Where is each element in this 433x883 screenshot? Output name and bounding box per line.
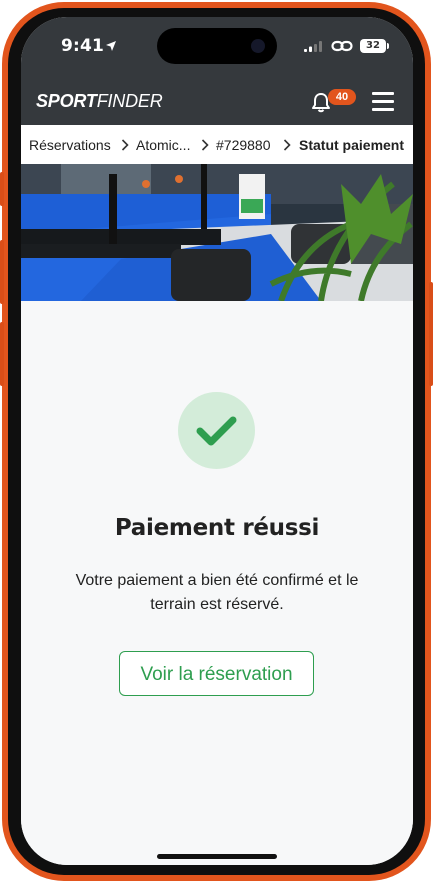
sportfinder-logo[interactable]: SPORTFINDER [36, 91, 163, 112]
breadcrumb-item-booking-id[interactable]: #729880 [216, 137, 271, 153]
logo-text-bold: SPORT [36, 91, 97, 111]
cellular-signal-icon [304, 41, 322, 52]
payment-status-panel: Paiement réussi Votre paiement a bien ét… [21, 301, 413, 865]
home-indicator[interactable] [157, 854, 277, 859]
side-button-silent [0, 172, 4, 206]
side-button-volume-down [0, 322, 4, 386]
breadcrumb-item-current: Statut paiement [299, 137, 405, 153]
status-bar: 9:41 32 [21, 17, 413, 79]
side-button-power [429, 282, 433, 386]
location-arrow-icon [106, 41, 116, 51]
chevron-right-icon [283, 139, 291, 151]
dynamic-island [157, 28, 277, 64]
page-title: Paiement réussi [114, 515, 320, 541]
personal-hotspot-icon [331, 40, 353, 52]
success-badge [178, 392, 255, 469]
confirmation-message: Votre paiement a bien été confirmé et le… [75, 572, 359, 613]
breadcrumb-item-club[interactable]: Atomic... [136, 137, 190, 153]
app-header: SPORTFINDER 40 [21, 79, 413, 125]
screen: 9:41 32 SPORTFINDER 40 Réservations Atom… [21, 17, 413, 865]
breadcrumb: Réservations Atomic... #729880 Statut pa… [21, 125, 413, 164]
side-button-volume-up [0, 240, 4, 304]
checkmark-icon [196, 416, 237, 446]
club-hero-image [21, 164, 413, 301]
chevron-right-icon [201, 139, 209, 151]
battery-icon: 32 [360, 39, 389, 53]
chevron-right-icon [121, 139, 129, 151]
notification-count-badge: 40 [328, 89, 356, 105]
view-reservation-button[interactable]: Voir la réservation [119, 651, 314, 696]
camera-icon [251, 39, 265, 53]
status-time: 9:41 [61, 36, 105, 56]
breadcrumb-item-reservations[interactable]: Réservations [29, 137, 111, 153]
logo-text-rest: FINDER [96, 91, 163, 111]
hamburger-menu-icon[interactable] [372, 92, 394, 112]
